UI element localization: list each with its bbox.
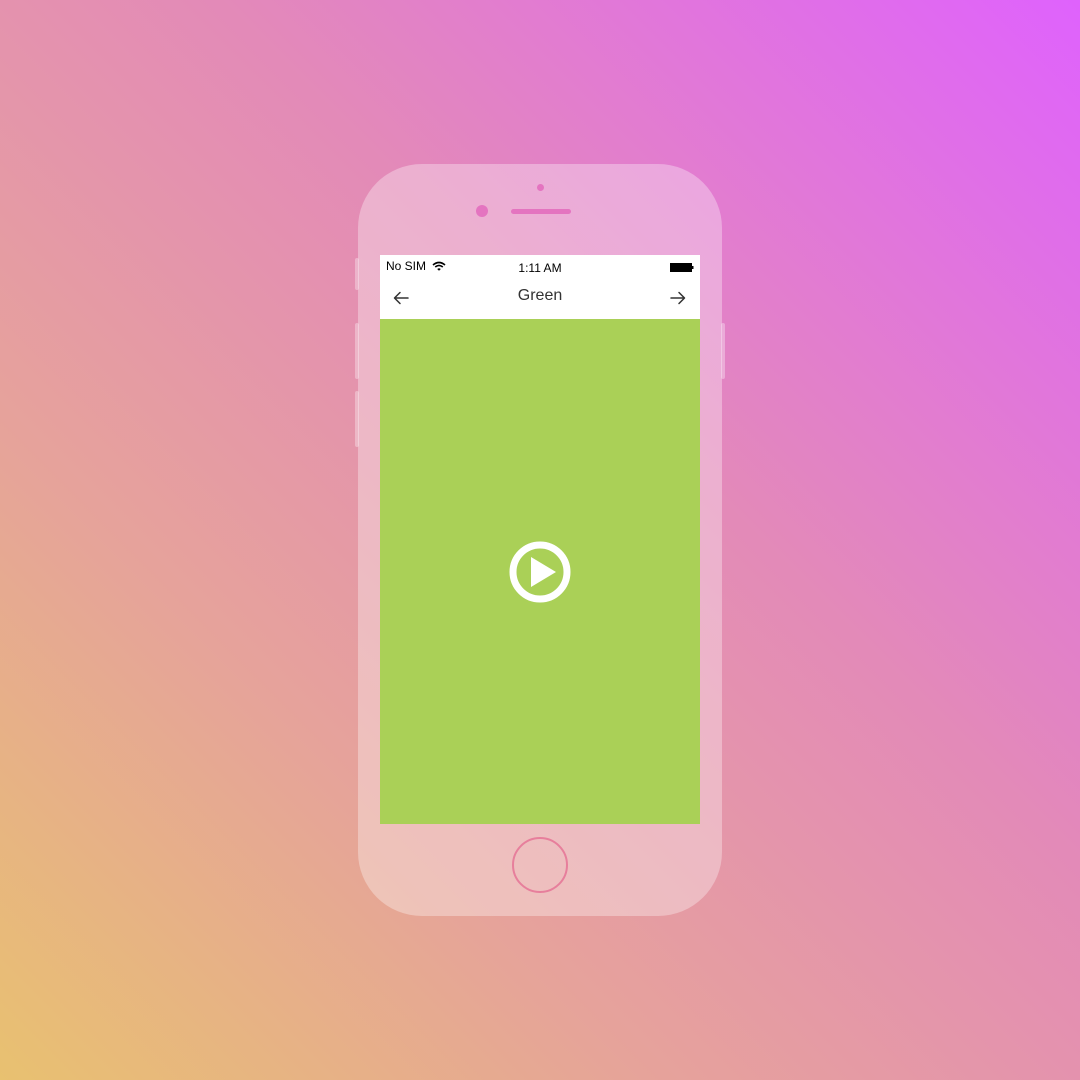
navigation-bar: Green [380, 277, 700, 319]
status-bar: No SIM 1:11 AM [380, 255, 700, 277]
page-title: Green [517, 287, 563, 304]
mute-switch [355, 258, 359, 290]
play-button[interactable] [509, 541, 571, 603]
battery-full-icon [670, 263, 694, 272]
power-button [721, 323, 725, 379]
forward-button[interactable] [664, 285, 692, 311]
phone-screen: No SIM 1:11 AM Green [380, 255, 700, 824]
video-content-area [380, 319, 700, 824]
arrow-right-icon [670, 291, 686, 305]
front-camera [476, 205, 488, 217]
play-circle-icon [509, 541, 571, 603]
volume-up-button [355, 323, 359, 379]
home-button[interactable] [512, 837, 568, 893]
volume-down-button [355, 391, 359, 447]
earpiece-speaker [511, 209, 571, 214]
status-time: 1:11 AM [518, 261, 562, 275]
proximity-sensor [537, 184, 544, 191]
